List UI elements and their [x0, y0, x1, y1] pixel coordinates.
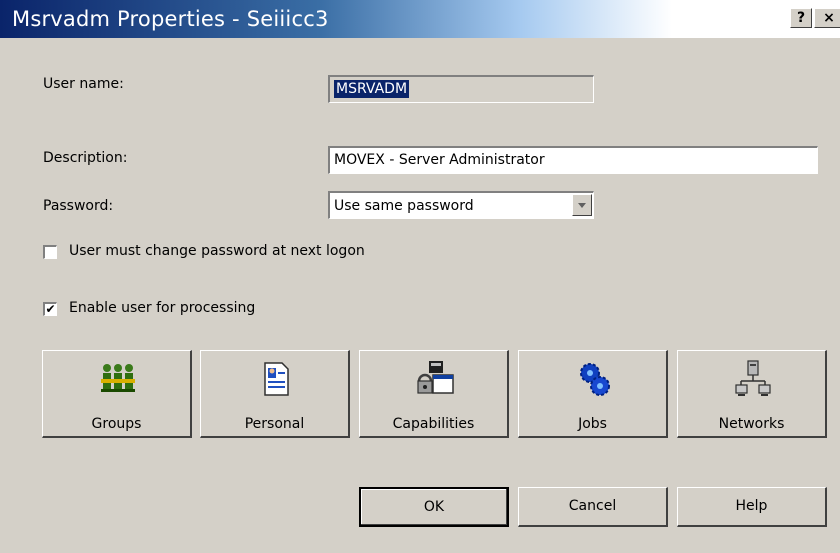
must-change-password-checkbox[interactable]	[43, 245, 57, 259]
capabilities-label: Capabilities	[392, 416, 475, 432]
user-name-field[interactable]: MSRVADM	[328, 75, 594, 103]
personal-icon	[264, 362, 289, 396]
title-bar[interactable]: Msrvadm Properties - Seiiicc3 ? ×	[0, 0, 840, 38]
capabilities-button[interactable]: Capabilities	[359, 350, 509, 438]
cancel-button[interactable]: Cancel	[518, 487, 668, 527]
enable-user-checkbox[interactable]: ✔	[43, 302, 57, 316]
help-button[interactable]: Help	[677, 487, 827, 527]
groups-icon	[101, 364, 135, 392]
properties-dialog: Msrvadm Properties - Seiiicc3 ? × User n…	[0, 0, 840, 553]
networks-icon	[735, 360, 771, 396]
close-button[interactable]: ×	[814, 8, 840, 28]
user-name-value: MSRVADM	[334, 80, 410, 98]
password-dropdown[interactable]: Use same password	[328, 191, 594, 219]
chevron-down-icon[interactable]	[572, 194, 592, 216]
description-field[interactable]: MOVEX - Server Administrator	[328, 146, 818, 174]
jobs-label: Jobs	[578, 416, 607, 432]
jobs-icon	[580, 363, 610, 396]
user-name-label: User name:	[43, 76, 124, 92]
personal-label: Personal	[244, 416, 305, 432]
networks-button[interactable]: Networks	[677, 350, 827, 438]
password-dropdown-value: Use same password	[334, 198, 474, 214]
enable-user-label: Enable user for processing	[69, 300, 256, 316]
description-label: Description:	[43, 150, 128, 166]
groups-label: Groups	[91, 416, 142, 432]
must-change-password-label: User must change password at next logon	[69, 243, 365, 259]
password-label: Password:	[43, 198, 114, 214]
jobs-button[interactable]: Jobs	[518, 350, 668, 438]
capabilities-icon	[417, 361, 454, 394]
networks-label: Networks	[718, 416, 785, 432]
personal-button[interactable]: Personal	[200, 350, 350, 438]
window-title: Msrvadm Properties - Seiiicc3	[12, 7, 329, 31]
ok-button[interactable]: OK	[359, 487, 509, 527]
help-title-button[interactable]: ?	[790, 8, 812, 28]
groups-button[interactable]: Groups	[42, 350, 192, 438]
